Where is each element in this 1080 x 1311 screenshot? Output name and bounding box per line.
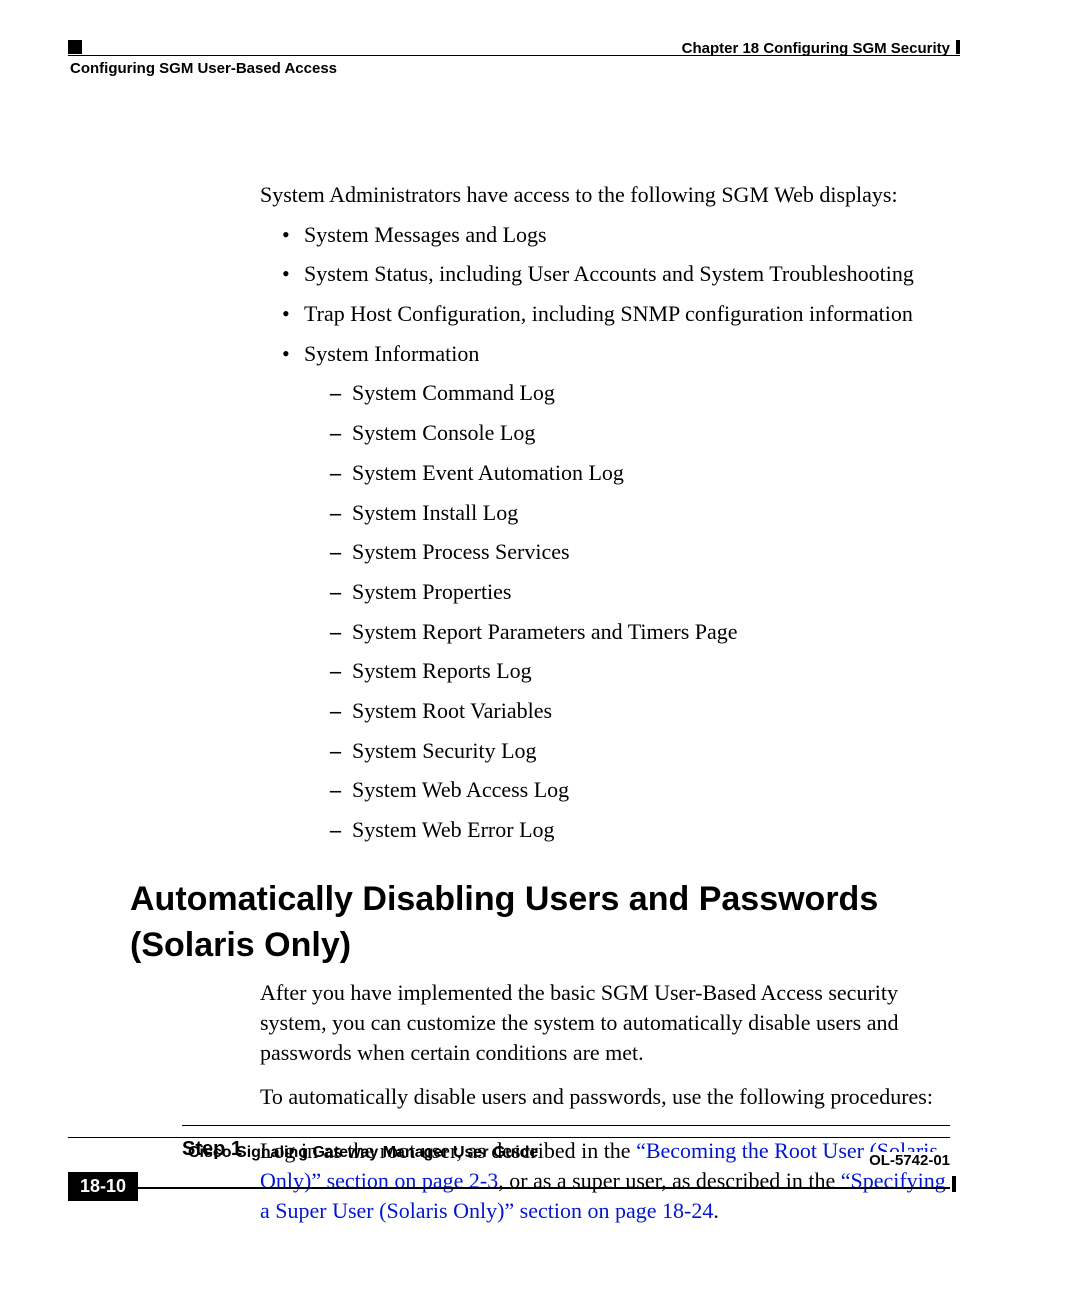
list-item-text: System Process Services — [352, 539, 570, 564]
page-number: 18-10 — [68, 1172, 138, 1201]
footer-bottom-bar: 18-10 OL-5742-01 — [68, 1172, 950, 1201]
step-divider — [182, 1125, 950, 1126]
list-item: System Install Log — [330, 498, 950, 528]
list-item: System Information System Command Log Sy… — [282, 339, 950, 845]
header-square-marker — [68, 40, 82, 54]
section-paragraph-1: After you have implemented the basic SGM… — [260, 978, 950, 1067]
list-item: System Web Error Log — [330, 815, 950, 845]
footer-right-tick — [952, 1176, 956, 1192]
list-item-text: System Status, including User Accounts a… — [304, 261, 914, 286]
footer-doc-title: Cisco Signaling Gateway Manager User Gui… — [188, 1144, 538, 1162]
list-item: System Reports Log — [330, 656, 950, 686]
header-right-tick — [956, 40, 960, 54]
step-text-part: . — [713, 1198, 719, 1223]
list-item: System Console Log — [330, 418, 950, 448]
list-item: System Process Services — [330, 537, 950, 567]
list-item-text: System Report Parameters and Timers Page — [352, 619, 738, 644]
intro-paragraph: System Administrators have access to the… — [260, 180, 950, 210]
list-item-text: System Information — [304, 341, 479, 366]
list-item-text: System Properties — [352, 579, 512, 604]
footer-top-rule — [68, 1137, 950, 1138]
section-heading: Automatically Disabling Users and Passwo… — [130, 877, 950, 969]
bullet-list-level2: System Command Log System Console Log Sy… — [330, 378, 950, 844]
list-item-text: System Messages and Logs — [304, 222, 547, 247]
footer-doc-code: OL-5742-01 — [861, 1152, 950, 1169]
list-item-text: System Web Error Log — [352, 817, 555, 842]
bullet-list-level1: System Messages and Logs System Status, … — [282, 220, 950, 845]
list-item-text: System Command Log — [352, 380, 555, 405]
running-header: Chapter 18 Configuring SGM Security Conf… — [130, 40, 950, 80]
list-item-text: System Root Variables — [352, 698, 552, 723]
page-footer: Cisco Signaling Gateway Manager User Gui… — [68, 1137, 950, 1201]
footer-rule-line — [138, 1187, 950, 1189]
list-item: System Properties — [330, 577, 950, 607]
list-item-text: Trap Host Configuration, including SNMP … — [304, 301, 913, 326]
list-item-text: System Event Automation Log — [352, 460, 624, 485]
list-item-text: System Security Log — [352, 738, 537, 763]
list-item: System Command Log — [330, 378, 950, 408]
list-item: System Web Access Log — [330, 775, 950, 805]
list-item: System Security Log — [330, 736, 950, 766]
list-item-text: System Install Log — [352, 500, 518, 525]
main-content: System Administrators have access to the… — [260, 180, 950, 1225]
list-item: System Status, including User Accounts a… — [282, 259, 950, 289]
list-item-text: System Web Access Log — [352, 777, 569, 802]
list-item-text: System Reports Log — [352, 658, 532, 683]
section-paragraph-2: To automatically disable users and passw… — [260, 1082, 950, 1112]
list-item: System Messages and Logs — [282, 220, 950, 250]
list-item: System Event Automation Log — [330, 458, 950, 488]
list-item: System Root Variables — [330, 696, 950, 726]
header-chapter-text: Chapter 18 Configuring SGM Security — [682, 40, 950, 57]
page: Chapter 18 Configuring SGM Security Conf… — [0, 0, 1080, 1311]
list-item-text: System Console Log — [352, 420, 535, 445]
list-item: System Report Parameters and Timers Page — [330, 617, 950, 647]
list-item: Trap Host Configuration, including SNMP … — [282, 299, 950, 329]
header-section-text: Configuring SGM User-Based Access — [70, 60, 337, 77]
